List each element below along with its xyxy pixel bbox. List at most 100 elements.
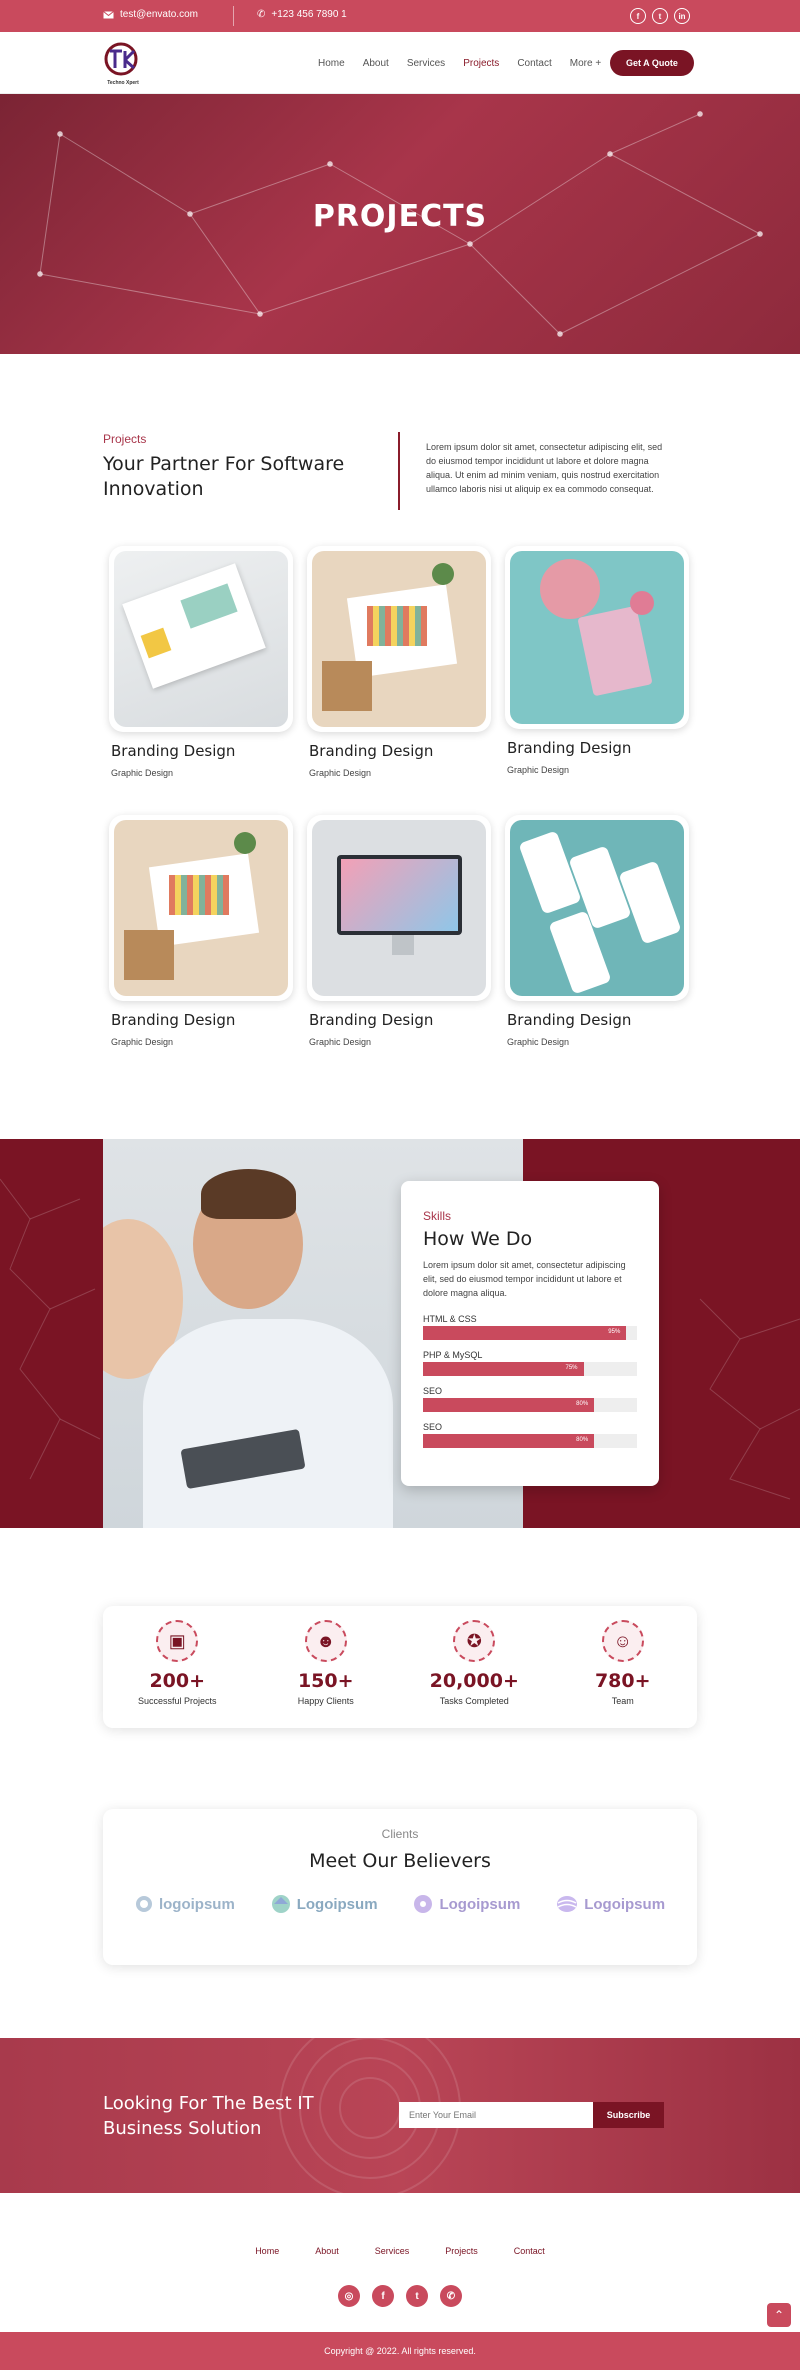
skill-bar-fill: 75% (423, 1362, 584, 1376)
nav-projects[interactable]: Projects (463, 58, 499, 69)
project-title: Branding Design (507, 1011, 632, 1029)
whatsapp-icon[interactable]: ✆ (440, 2285, 462, 2307)
projects-title: Your Partner For Software Innovation (103, 453, 345, 500)
social-links-top: f t in (630, 8, 690, 24)
email-contact[interactable]: test@envato.com (103, 9, 198, 20)
stat-item: ☺ 780+ Team (558, 1620, 688, 1706)
project-card[interactable]: Branding Design Graphic Design (307, 815, 491, 1047)
project-image (307, 546, 491, 732)
divider (233, 6, 234, 26)
project-image (109, 815, 293, 1001)
client-logo[interactable]: Logoipsum (413, 1894, 520, 1914)
nav-services[interactable]: Services (407, 58, 445, 69)
skill-bars: HTML & CSS 95% PHP & MySQL 75% SEO 80% SEO 80% (423, 1314, 637, 1448)
project-card[interactable]: Branding Design Graphic Design (109, 546, 293, 778)
projects-eyebrow: Projects (103, 432, 147, 446)
skill-bar-label: HTML & CSS (423, 1314, 477, 1324)
stat-number: 150+ (297, 1670, 354, 1692)
twitter-icon[interactable]: t (406, 2285, 428, 2307)
nav-home[interactable]: Home (318, 58, 345, 69)
logo-flower-icon (414, 1895, 433, 1913)
stat-label: Tasks Completed (439, 1696, 509, 1706)
client-logo-text: Logoipsum (296, 1895, 378, 1913)
skills-card: Skills How We Do Lorem ipsum dolor sit a… (401, 1181, 659, 1486)
page-hero: PROJECTS (0, 94, 800, 354)
client-logo[interactable]: logoipsum (135, 1894, 235, 1914)
newsletter-section: Looking For The Best IT Business Solutio… (0, 2038, 800, 2193)
mail-icon (103, 10, 114, 18)
stat-item: ✪ 20,000+ Tasks Completed (409, 1620, 539, 1706)
chevron-up-icon: ⌃ (773, 2308, 785, 2322)
twitter-icon[interactable]: t (652, 8, 668, 24)
skill-bar-track: 80% (423, 1398, 637, 1412)
nav-about[interactable]: About (363, 58, 389, 69)
skills-eyebrow: Skills (423, 1209, 452, 1223)
project-title: Branding Design (507, 739, 632, 757)
skill-bar-track: 95% (423, 1326, 637, 1340)
facebook-icon[interactable]: f (372, 2285, 394, 2307)
footer-link-about[interactable]: About (315, 2246, 339, 2256)
email-input[interactable] (399, 2102, 593, 2128)
nav-contact[interactable]: Contact (517, 58, 551, 69)
instagram-icon[interactable]: ◎ (338, 2285, 360, 2307)
main-header: Techno Xpert Home About Services Project… (0, 32, 800, 94)
project-image (109, 546, 293, 732)
skill-bar-percent: 95% (608, 1329, 621, 1335)
client-logo[interactable]: Logoipsum (271, 1894, 378, 1914)
copyright-bar: Copyright @ 2022. All rights reserved. (0, 2332, 800, 2370)
skill-bar-label: SEO (423, 1386, 443, 1396)
skill-bar-percent: 80% (576, 1401, 589, 1407)
skill-bar-track: 75% (423, 1362, 637, 1376)
project-card[interactable]: Branding Design Graphic Design (109, 815, 293, 1047)
project-title: Branding Design (111, 742, 236, 760)
stat-label: Team (611, 1696, 634, 1706)
brand-logo[interactable]: Techno Xpert (103, 42, 143, 86)
project-image (505, 815, 689, 1001)
client-logo-text: Logoipsum (439, 1895, 521, 1913)
project-card[interactable]: Branding Design Graphic Design (505, 815, 689, 1047)
client-logo-text: logoipsum (158, 1895, 235, 1913)
logo-mark-icon (104, 42, 138, 76)
phone-contact[interactable]: ✆ +123 456 7890 1 (257, 9, 347, 20)
project-title: Branding Design (309, 742, 434, 760)
footer-link-projects[interactable]: Projects (445, 2246, 478, 2256)
project-category: Graphic Design (507, 765, 570, 775)
logo-leaf-icon (271, 1895, 290, 1913)
footer-link-services[interactable]: Services (375, 2246, 410, 2256)
facebook-icon[interactable]: f (630, 8, 646, 24)
project-card[interactable]: Branding Design Graphic Design (307, 546, 491, 778)
nav-more[interactable]: More + (570, 58, 601, 69)
project-image (505, 546, 689, 729)
project-category: Graphic Design (507, 1037, 570, 1047)
stat-label: Successful Projects (137, 1696, 217, 1706)
skill-bar-fill: 80% (423, 1434, 595, 1448)
footer-link-home[interactable]: Home (255, 2246, 279, 2256)
phone-text: +123 456 7890 1 (271, 9, 347, 20)
skills-description: Lorem ipsum dolor sit amet, consectetur … (423, 1260, 626, 1298)
subscribe-button[interactable]: Subscribe (593, 2102, 664, 2128)
skill-bar-percent: 80% (576, 1437, 589, 1443)
project-category: Graphic Design (309, 768, 372, 778)
clients-eyebrow: Clients (381, 1827, 419, 1841)
main-nav: Home About Services Projects Contact Mor… (300, 58, 601, 69)
newsletter-title: Looking For The Best IT Business Solutio… (103, 2093, 314, 2139)
project-title: Branding Design (111, 1011, 236, 1029)
skills-title: How We Do (423, 1228, 533, 1250)
project-card[interactable]: Branding Design Graphic Design (505, 546, 689, 775)
briefcase-icon: ▣ (156, 1620, 199, 1662)
logo-circle-icon (135, 1896, 152, 1912)
get-quote-button[interactable]: Get A Quote (610, 50, 694, 76)
footer-nav: Home About Services Projects Contact (0, 2246, 800, 2256)
top-bar: test@envato.com ✆ +123 456 7890 1 f t in (0, 0, 800, 32)
stat-label: Happy Clients (297, 1696, 354, 1706)
team-icon: ☺ (601, 1620, 644, 1662)
project-category: Graphic Design (111, 768, 174, 778)
project-category: Graphic Design (111, 1037, 174, 1047)
client-logo[interactable]: Logoipsum (556, 1894, 665, 1914)
scroll-top-button[interactable]: ⌃ (767, 2303, 791, 2327)
stats-panel: ▣ 200+ Successful Projects ☻ 150+ Happy … (103, 1606, 697, 1728)
footer-link-contact[interactable]: Contact (514, 2246, 545, 2256)
skill-bar-track: 80% (423, 1434, 637, 1448)
skill-bar-fill: 95% (423, 1326, 627, 1340)
linkedin-icon[interactable]: in (674, 8, 690, 24)
